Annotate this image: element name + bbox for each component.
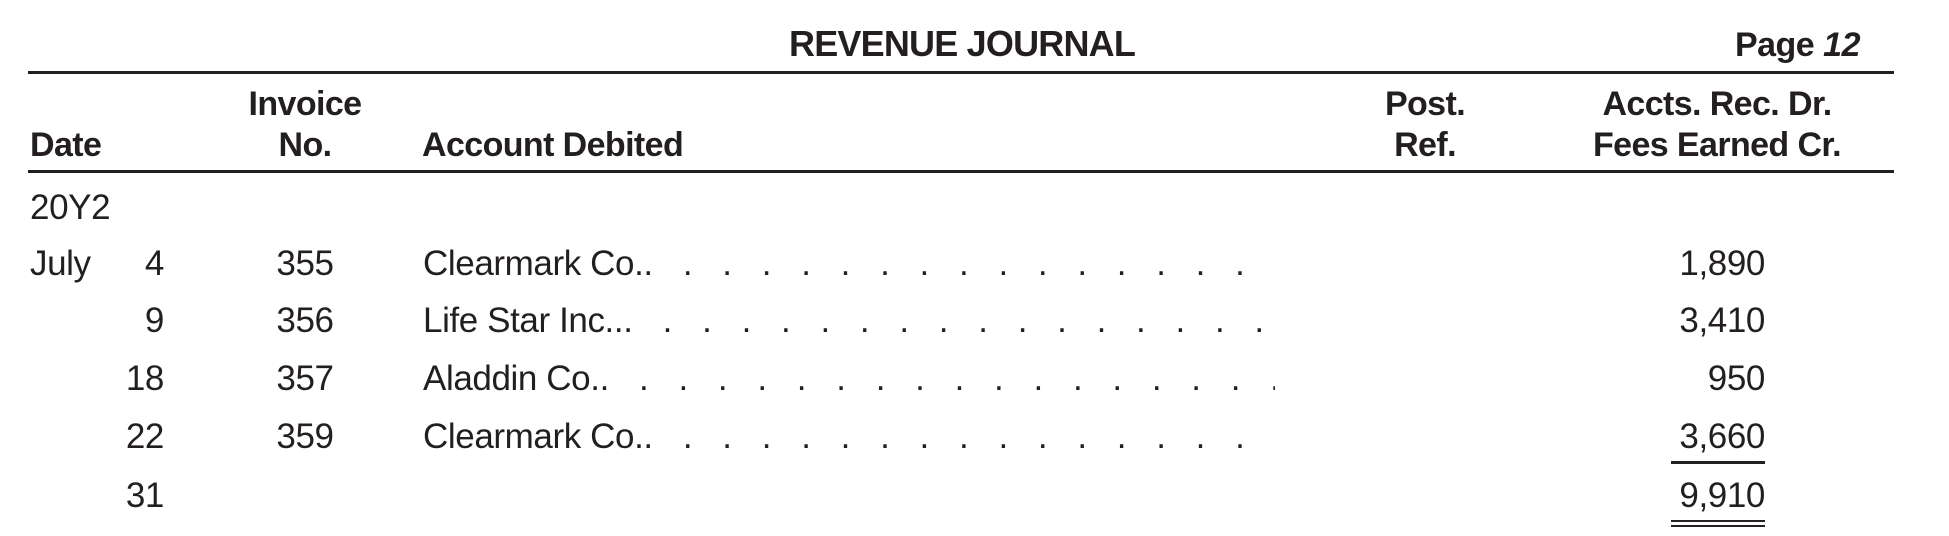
row-amount: 1,890 [1600, 246, 1765, 281]
leader-dots: . . . . . . . . . . . . . . . . . . . . … [623, 303, 1275, 338]
row-day: 4 [144, 244, 164, 283]
page-label: Page [1734, 26, 1815, 64]
total-day: 31 [125, 476, 165, 515]
year-label: 20Y2 [30, 188, 111, 227]
row-invoice-number: 356 [276, 301, 334, 340]
column-header-post-ref-line2: Ref. [1394, 126, 1456, 164]
row-account: Aladdin Co.. . . . . . . . . . . . . . .… [423, 361, 1275, 396]
row-amount: 950 [1600, 359, 1766, 398]
header-top-rule [28, 71, 1894, 74]
journal-row: 22 359 Clearmark Co.. . . . . . . . . . … [0, 417, 1949, 464]
row-invoice-number: 357 [276, 359, 334, 398]
column-header-account-debited: Account Debited [422, 126, 684, 164]
amount-value: 950 [1707, 359, 1766, 398]
row-amount: 3,410 [1600, 303, 1765, 338]
total-amount: 9,910 [1600, 476, 1765, 527]
column-header-amount-line2: Fees Earned Cr. [1592, 126, 1842, 164]
leader-dots: . . . . . . . . . . . . . . . . . . . . … [599, 361, 1275, 396]
column-header-amount-line1: Accts. Rec. Dr. [1602, 85, 1832, 123]
column-header-post-ref-line1: Post. [1384, 85, 1466, 123]
column-header-invoice-line1: Invoice [248, 85, 363, 123]
journal-total-row: 31 9,910 [0, 476, 1949, 527]
row-invoice-number: 359 [276, 417, 334, 456]
account-name: Clearmark Co. [423, 419, 644, 454]
page-number: Page 12 [1734, 26, 1861, 64]
row-account: Life Star Inc... . . . . . . . . . . . .… [423, 303, 1275, 338]
leader-dots: . . . . . . . . . . . . . . . . . . . . … [643, 419, 1275, 454]
column-header-date: Date [30, 126, 102, 164]
leader-dots: . . . . . . . . . . . . . . . . . . . . … [643, 246, 1275, 281]
amount-value-underlined: 3,660 [1671, 417, 1765, 464]
account-name: Aladdin Co. [423, 361, 600, 396]
page-number-value: 12 [1823, 26, 1860, 64]
account-name: Life Star Inc.. [423, 303, 624, 338]
column-header-invoice-line2: No. [278, 126, 333, 164]
row-amount: 3,660 [1600, 417, 1765, 464]
total-amount-value: 9,910 [1671, 476, 1765, 527]
amount-value: 3,410 [1679, 301, 1765, 340]
row-day: 9 [144, 301, 164, 340]
journal-title: REVENUE JOURNAL [789, 23, 1136, 64]
journal-row: 9 356 Life Star Inc... . . . . . . . . .… [0, 303, 1949, 343]
account-name: Clearmark Co. [423, 246, 644, 281]
row-month: July [30, 244, 91, 283]
row-account: Clearmark Co.. . . . . . . . . . . . . .… [423, 246, 1275, 281]
header-bottom-rule [28, 170, 1894, 173]
row-day: 18 [125, 359, 165, 398]
journal-row: 18 357 Aladdin Co.. . . . . . . . . . . … [0, 361, 1949, 401]
row-day: 22 [125, 417, 165, 456]
row-invoice-number: 355 [276, 244, 334, 283]
journal-row: July 4 355 Clearmark Co.. . . . . . . . … [0, 246, 1949, 286]
row-account: Clearmark Co.. . . . . . . . . . . . . .… [423, 419, 1275, 454]
amount-value: 1,890 [1679, 244, 1765, 283]
